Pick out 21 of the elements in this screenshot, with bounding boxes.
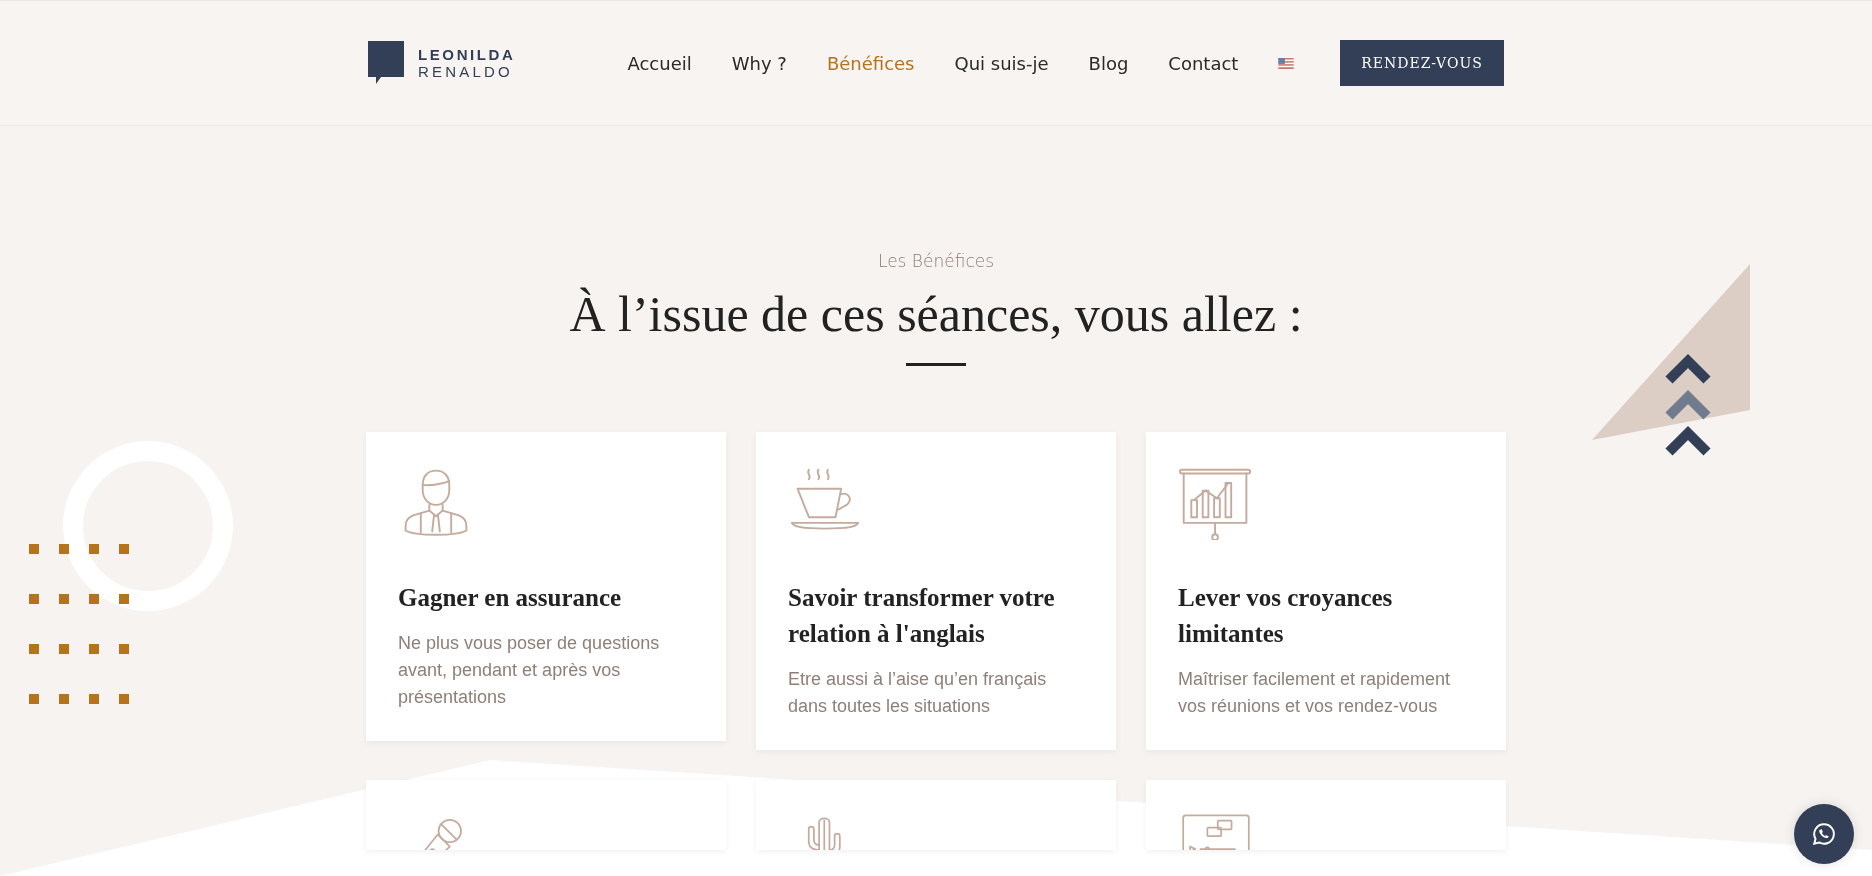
chat-phone-icon (1811, 821, 1837, 847)
nav-link[interactable]: Bénéfices (826, 52, 915, 74)
card-text: Maîtriser facilement et rapidement vos réunions et vos rendez-vous (1178, 668, 1452, 718)
nav-link[interactable]: Contact (1168, 52, 1239, 74)
nav-link[interactable]: Accueil (627, 52, 692, 74)
nav-link[interactable]: Blog (1088, 52, 1129, 74)
card-title: Gagner en assurance (398, 583, 623, 613)
logo-text: LEONILDA (418, 46, 516, 63)
nav-link[interactable]: Qui suis-je (954, 52, 1049, 74)
nav-link[interactable]: Why ? (731, 52, 787, 74)
section-eyebrow: Les Bénéfices (877, 251, 995, 271)
card-title: Lever vos croyances limitantes (1178, 583, 1394, 649)
appointment-button[interactable]: RENDEZ-VOUS (1340, 40, 1504, 86)
logo-text: RENALDO (418, 63, 514, 80)
speech-bubble-icon (368, 41, 404, 85)
card-title: Savoir transformer votre relation à l'anglais (788, 583, 1056, 649)
section-heading: À l’issue de ces séances, vous allez : (569, 285, 1303, 343)
whatsapp-button[interactable] (1794, 804, 1854, 864)
card-text: Etre aussi à l’aise qu’en français dans toutes les situations (788, 668, 1048, 718)
card-text: Ne plus vous poser de questions avant, pendant et après vos présentations (398, 632, 661, 709)
flag-icon[interactable] (1278, 57, 1295, 69)
